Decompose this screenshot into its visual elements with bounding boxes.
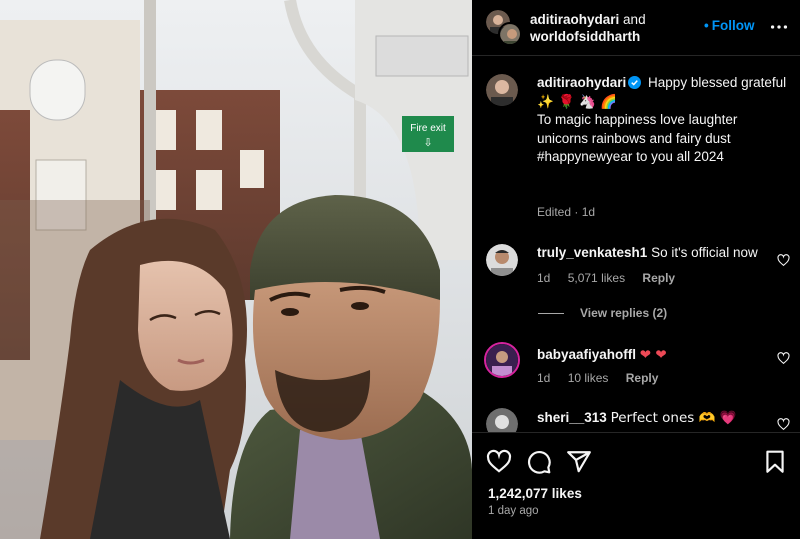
comment-likes[interactable]: 10 likes <box>568 371 609 385</box>
comment-meta: 1d 5,071 likes Reply <box>537 271 689 285</box>
heart-icon[interactable] <box>777 418 790 431</box>
fire-exit-arrow: ⇩ <box>423 136 432 149</box>
caption-text: aditiraohydari Happy blessed grateful ✨ … <box>537 74 787 167</box>
comment-time: 1d <box>537 371 551 385</box>
avatar[interactable] <box>486 244 518 276</box>
comment-likes[interactable]: 5,071 likes <box>568 271 625 285</box>
heart-icon[interactable] <box>777 352 790 365</box>
comment-body: babyaafiyahoffl ❤ ❤ <box>537 346 767 364</box>
post-timestamp[interactable]: 1 day ago <box>488 505 539 517</box>
comment-username[interactable]: sheri__313 <box>537 410 607 425</box>
and-text: and <box>623 12 646 27</box>
heart-icon[interactable] <box>486 449 512 475</box>
comment-text: ❤ ❤ <box>639 347 667 363</box>
comment: sheri__313 Perfect ones 🫶 💗 <box>472 406 800 432</box>
follow-control: • Follow <box>704 18 754 33</box>
comment-body: sheri__313 Perfect ones 🫶 💗 <box>537 409 767 427</box>
comment-username[interactable]: babyaafiyahoffl <box>537 347 636 362</box>
post-actions: 1,242,077 likes 1 day ago <box>472 432 800 539</box>
share-icon[interactable] <box>566 449 592 475</box>
collab-avatars[interactable] <box>486 10 522 46</box>
caption-line: Happy blessed grateful <box>648 75 787 90</box>
caption-emojis: ✨ 🌹 🦄 🌈 <box>537 93 618 110</box>
heart-icon[interactable] <box>777 254 790 267</box>
caption-meta: Edited · 1d <box>537 205 596 219</box>
separator-dot: • <box>704 18 709 33</box>
comment-meta: 1d 10 likes Reply <box>537 371 672 385</box>
author-link[interactable]: worldofsiddharth <box>530 29 640 44</box>
post-header: aditiraohydari and worldofsiddharth • Fol… <box>472 0 800 56</box>
avatar[interactable] <box>484 342 520 378</box>
photo-illustration: Fire exit ⇩ <box>0 0 472 539</box>
comment-time: 1d <box>537 271 551 285</box>
reply-button[interactable]: Reply <box>626 371 659 385</box>
comment-username[interactable]: truly_venkatesh1 <box>537 245 647 260</box>
avatar[interactable] <box>486 408 518 432</box>
comment-body: truly_venkatesh1 So it's official now <box>537 244 767 262</box>
follow-button[interactable]: Follow <box>712 18 755 33</box>
post-photo[interactable]: Fire exit ⇩ <box>0 0 472 539</box>
author-link[interactable]: aditiraohydari <box>530 12 619 27</box>
comment-icon[interactable] <box>526 449 552 475</box>
post-authors: aditiraohydari and worldofsiddharth <box>530 11 646 45</box>
post-side-panel: aditiraohydari and worldofsiddharth • Fol… <box>472 0 800 539</box>
avatar[interactable] <box>486 74 518 106</box>
avatar[interactable] <box>498 22 522 46</box>
comment-text: So it's official now <box>651 245 758 260</box>
divider <box>538 313 564 315</box>
reply-button[interactable]: Reply <box>642 271 675 285</box>
caption-username[interactable]: aditiraohydari <box>537 75 626 90</box>
caption-body: To magic happiness love laughter unicorn… <box>537 112 738 164</box>
more-horizontal-icon[interactable] <box>768 16 790 38</box>
bookmark-icon[interactable] <box>762 449 788 475</box>
view-replies-button[interactable]: View replies (2) <box>538 306 667 320</box>
fire-exit-sign: Fire exit <box>410 123 446 134</box>
comment-text: Perfect ones 🫶 💗 <box>610 410 737 426</box>
likes-count[interactable]: 1,242,077 likes <box>488 486 582 501</box>
view-replies-label: View replies (2) <box>580 306 668 320</box>
verified-badge-icon <box>628 76 642 89</box>
